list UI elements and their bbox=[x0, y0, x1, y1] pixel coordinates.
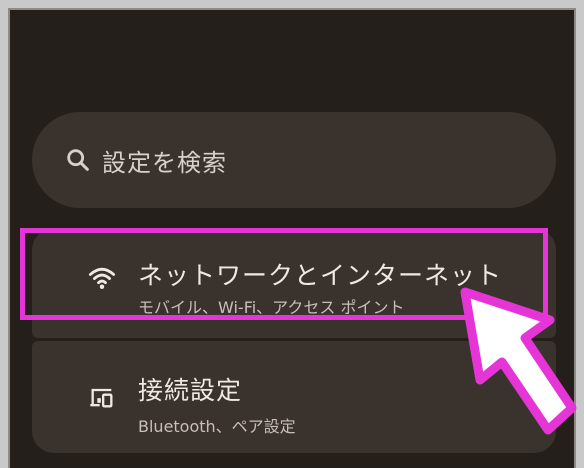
settings-item-subtitle: Bluetooth、ペア設定 bbox=[138, 417, 296, 436]
search-icon bbox=[67, 149, 89, 171]
pointer-arrow-icon bbox=[460, 287, 577, 435]
wifi-icon bbox=[88, 267, 116, 289]
settings-item-subtitle: モバイル、Wi-Fi、アクセス ポイント bbox=[138, 298, 405, 317]
settings-item-title: 接続設定 bbox=[138, 376, 243, 405]
devices-icon bbox=[90, 388, 113, 408]
search-placeholder: 設定を検索 bbox=[102, 148, 227, 177]
search-bar[interactable]: 設定を検索 bbox=[32, 112, 556, 208]
